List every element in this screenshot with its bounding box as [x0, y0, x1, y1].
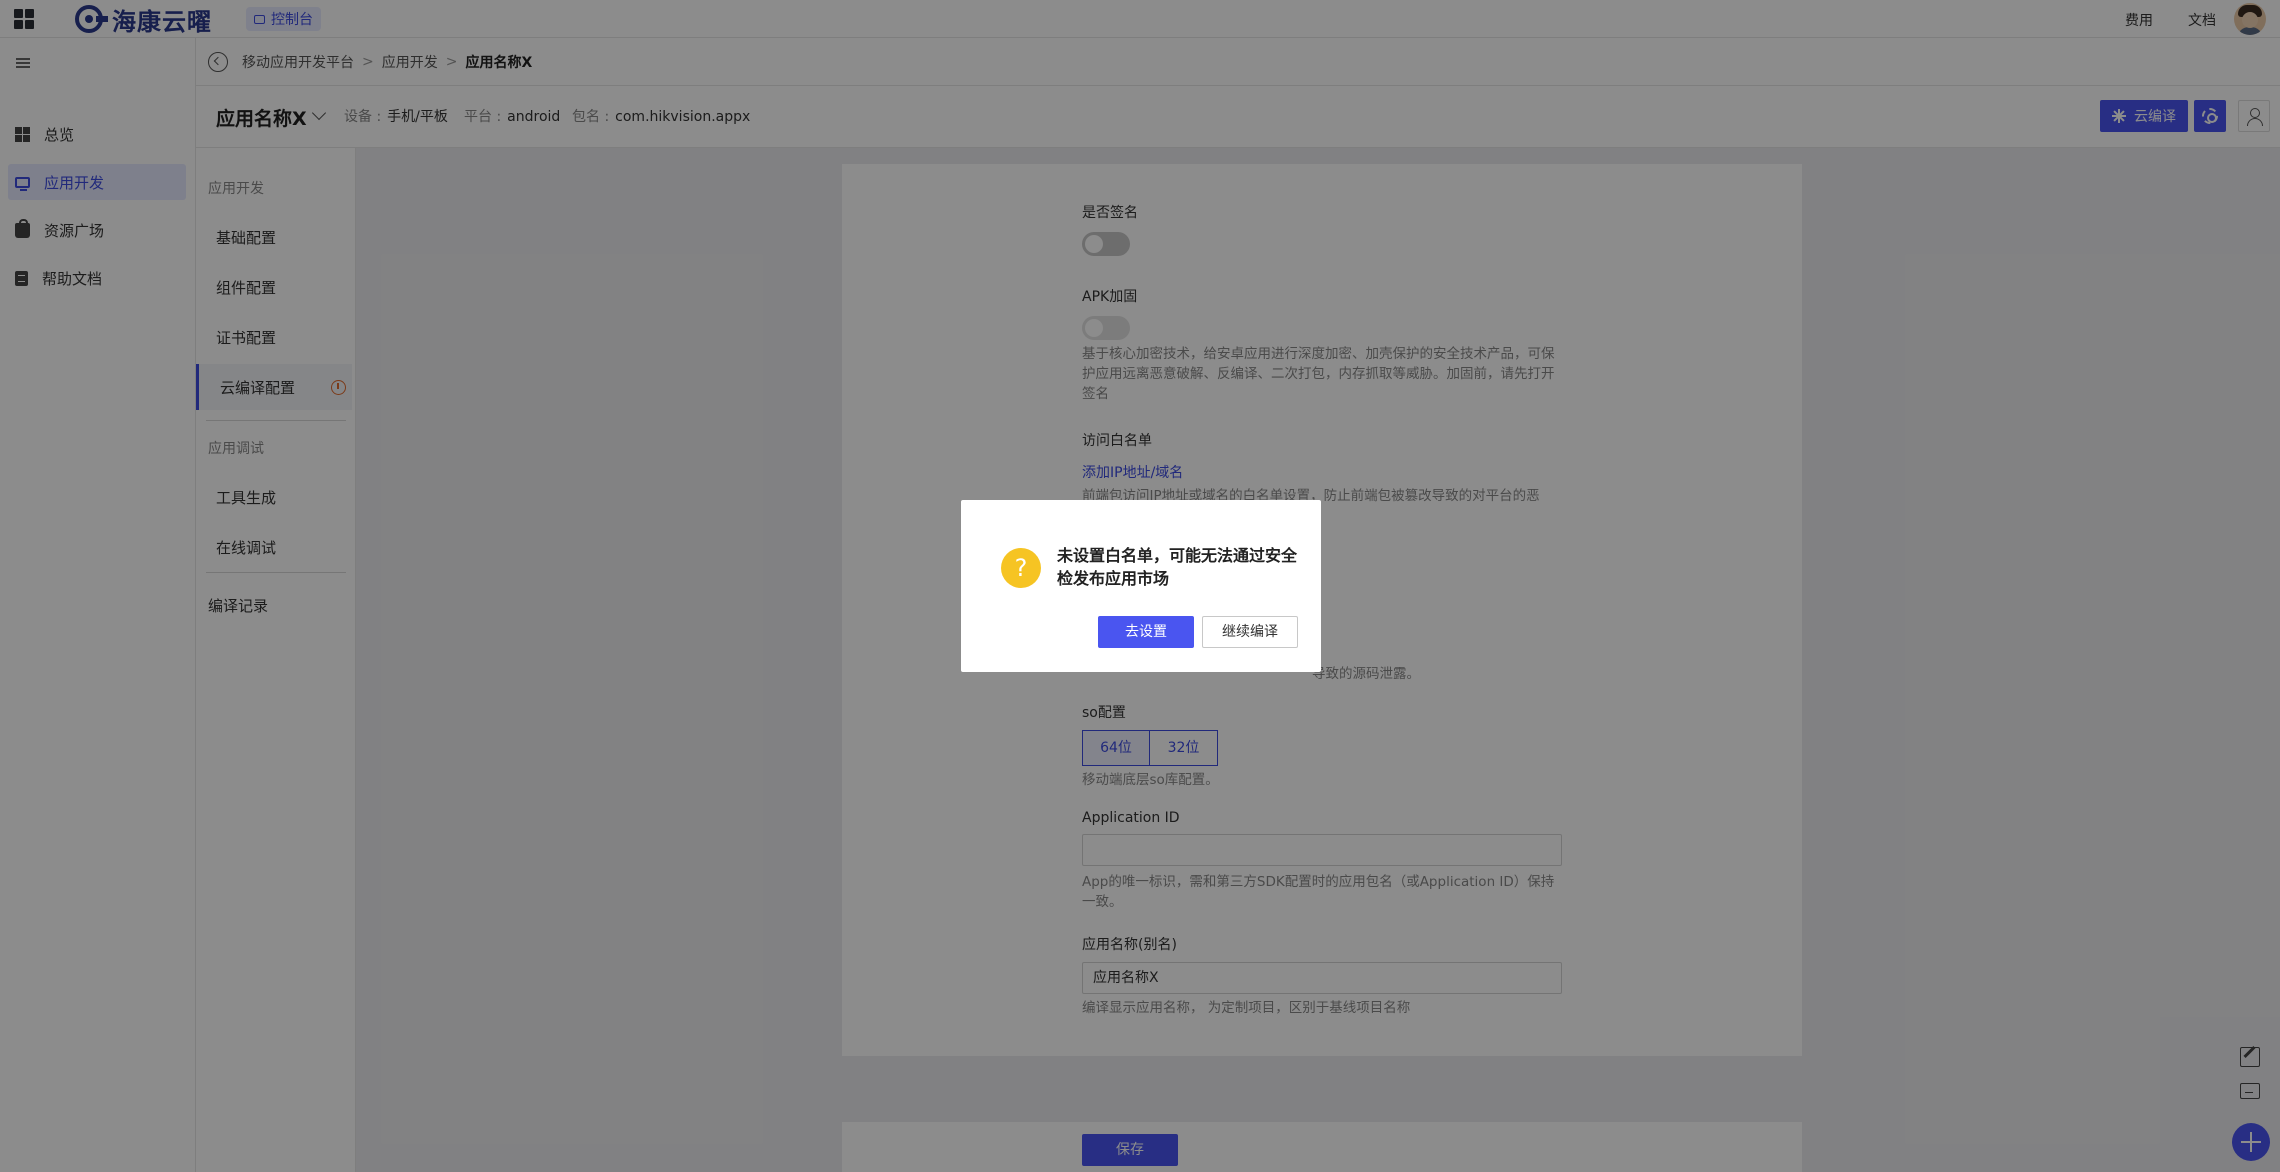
- dialog-message: 未设置白名单，可能无法通过安全检发布应用市场: [1057, 546, 1298, 588]
- question-icon: ?: [1001, 548, 1041, 588]
- confirm-dialog: ? 未设置白名单，可能无法通过安全检发布应用市场 去设置 继续编译: [961, 500, 1321, 672]
- continue-build-button[interactable]: 继续编译: [1202, 616, 1298, 648]
- go-setup-button[interactable]: 去设置: [1098, 616, 1194, 648]
